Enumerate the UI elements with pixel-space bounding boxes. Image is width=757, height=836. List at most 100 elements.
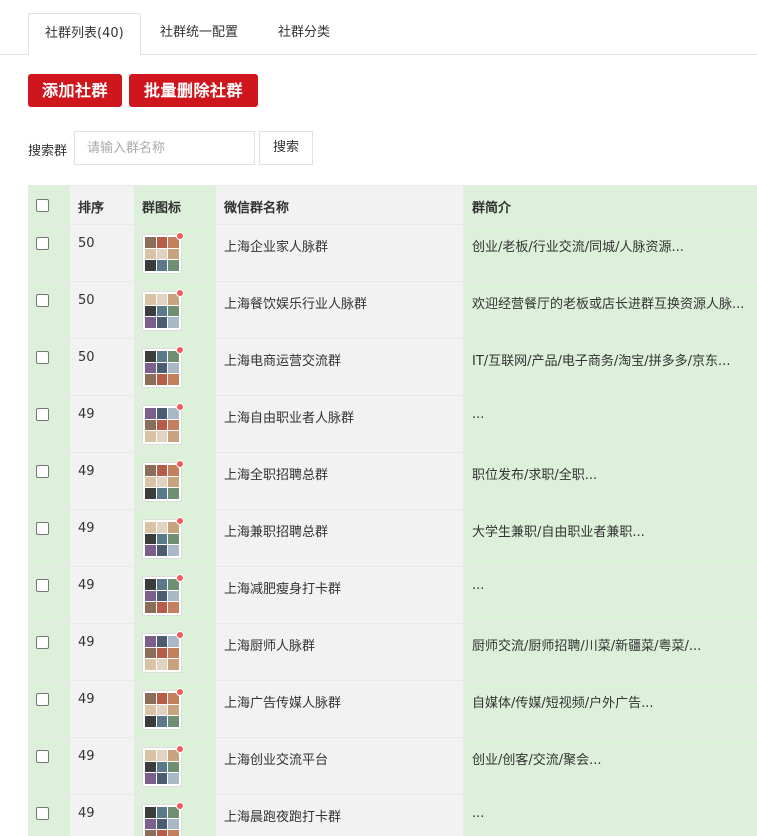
table-row: 50 上海企业家人脉群 创业/老板/行业交流/同城/人脉资源... [28, 225, 757, 282]
row-desc: 自媒体/传媒/短视频/户外广告... [472, 696, 654, 711]
row-sort-cell: 49 [70, 624, 134, 680]
row-name-cell: 上海减肥瘦身打卡群 [216, 567, 463, 623]
tab-community-config[interactable]: 社群统一配置 [144, 13, 254, 55]
row-checkbox[interactable] [36, 636, 49, 649]
row-sort-cell: 49 [70, 396, 134, 452]
search-button[interactable]: 搜索 [259, 131, 313, 165]
row-desc-cell: ... [463, 567, 757, 623]
row-sort-cell: 49 [70, 510, 134, 566]
header-sort-cell: 排序 [70, 186, 134, 224]
row-sort: 50 [78, 293, 95, 308]
row-desc-cell: ... [463, 795, 757, 836]
row-desc-cell: 自媒体/传媒/短视频/户外广告... [463, 681, 757, 737]
row-checkbox[interactable] [36, 351, 49, 364]
table-row: 49 上海晨跑夜跑打卡群... [28, 795, 757, 836]
row-name-cell: 上海厨师人脉群 [216, 624, 463, 680]
header-desc: 群简介 [472, 201, 512, 216]
row-name: 上海广告传媒人脉群 [224, 696, 342, 711]
badge-dot-icon [176, 460, 184, 468]
table-row: 50 上海电商运营交流群 IT/互联网/产品/电子商务/淘宝/拼多多/京东... [28, 339, 757, 396]
table-row: 50 上海餐饮娱乐行业人脉群 欢迎经营餐厅的老板或店长进群互换资源人脉... [28, 282, 757, 339]
row-icon-cell [134, 567, 216, 623]
row-sort: 49 [78, 692, 95, 707]
group-avatar-icon [142, 289, 184, 331]
community-table: 排序 群图标 微信群名称 群简介 50 上海企业家人脉群 创业/老板/行业交流/同城… [28, 185, 757, 836]
row-checkbox[interactable] [36, 294, 49, 307]
row-check-cell [28, 339, 70, 395]
badge-dot-icon [176, 802, 184, 810]
group-avatar-icon [142, 232, 184, 274]
group-avatar-icon [142, 631, 184, 673]
row-name: 上海兼职招聘总群 [224, 525, 329, 540]
badge-dot-icon [176, 574, 184, 582]
group-avatar-icon [142, 745, 184, 787]
row-desc: ... [472, 806, 485, 821]
row-check-cell [28, 282, 70, 338]
row-desc: 创业/创客/交流/聚会... [472, 753, 602, 768]
select-all-checkbox[interactable] [36, 199, 49, 212]
row-check-cell [28, 624, 70, 680]
row-name: 上海厨师人脉群 [224, 639, 316, 654]
row-desc: ... [472, 407, 485, 422]
header-icon: 群图标 [142, 201, 182, 216]
row-checkbox[interactable] [36, 807, 49, 820]
row-checkbox[interactable] [36, 693, 49, 706]
tab-bar: 社群列表(40) 社群统一配置 社群分类 [0, 0, 757, 56]
row-name-cell: 上海广告传媒人脉群 [216, 681, 463, 737]
row-sort: 50 [78, 350, 95, 365]
row-sort: 49 [78, 806, 95, 821]
row-checkbox[interactable] [36, 750, 49, 763]
badge-dot-icon [176, 688, 184, 696]
row-name: 上海晨跑夜跑打卡群 [224, 810, 342, 825]
tab-community-category[interactable]: 社群分类 [262, 13, 346, 55]
row-name: 上海减肥瘦身打卡群 [224, 582, 342, 597]
row-sort-cell: 49 [70, 681, 134, 737]
header-sort: 排序 [78, 201, 105, 216]
row-sort-cell: 50 [70, 225, 134, 281]
row-sort: 49 [78, 749, 95, 764]
row-sort-cell: 49 [70, 738, 134, 794]
row-check-cell [28, 795, 70, 836]
tab-community-list[interactable]: 社群列表(40) [28, 13, 141, 56]
group-avatar-icon [142, 460, 184, 502]
badge-dot-icon [176, 289, 184, 297]
batch-delete-button[interactable]: 批量删除社群 [129, 74, 258, 107]
row-desc-cell: ... [463, 396, 757, 452]
row-checkbox[interactable] [36, 465, 49, 478]
header-name-cell: 微信群名称 [216, 186, 463, 224]
row-checkbox[interactable] [36, 522, 49, 535]
row-desc-cell: IT/互联网/产品/电子商务/淘宝/拼多多/京东... [463, 339, 757, 395]
search-input[interactable] [74, 131, 255, 165]
header-icon-cell: 群图标 [134, 186, 216, 224]
row-icon-cell [134, 453, 216, 509]
row-desc-cell: 创业/创客/交流/聚会... [463, 738, 757, 794]
row-checkbox[interactable] [36, 579, 49, 592]
row-check-cell [28, 567, 70, 623]
row-desc: 职位发布/求职/全职... [472, 468, 598, 483]
badge-dot-icon [176, 631, 184, 639]
header-name: 微信群名称 [224, 201, 290, 216]
row-sort-cell: 50 [70, 282, 134, 338]
row-icon-cell [134, 624, 216, 680]
badge-dot-icon [176, 346, 184, 354]
row-sort-cell: 49 [70, 795, 134, 836]
add-community-button[interactable]: 添加社群 [28, 74, 122, 107]
row-name: 上海创业交流平台 [224, 753, 329, 768]
row-desc-cell: 厨师交流/厨师招聘/川菜/新疆菜/粤菜/... [463, 624, 757, 680]
row-desc: IT/互联网/产品/电子商务/淘宝/拼多多/京东... [472, 354, 731, 369]
badge-dot-icon [176, 745, 184, 753]
table-row: 49 上海全职招聘总群 职位发布/求职/全职... [28, 453, 757, 510]
group-avatar-icon [142, 517, 184, 559]
row-check-cell [28, 681, 70, 737]
row-icon-cell [134, 282, 216, 338]
row-checkbox[interactable] [36, 237, 49, 250]
row-icon-cell [134, 510, 216, 566]
row-checkbox[interactable] [36, 408, 49, 421]
group-avatar-icon [142, 346, 184, 388]
row-sort: 49 [78, 407, 95, 422]
row-sort-cell: 49 [70, 453, 134, 509]
badge-dot-icon [176, 403, 184, 411]
row-check-cell [28, 225, 70, 281]
row-name: 上海自由职业者人脉群 [224, 411, 355, 426]
search-label: 搜索群 [28, 144, 68, 159]
